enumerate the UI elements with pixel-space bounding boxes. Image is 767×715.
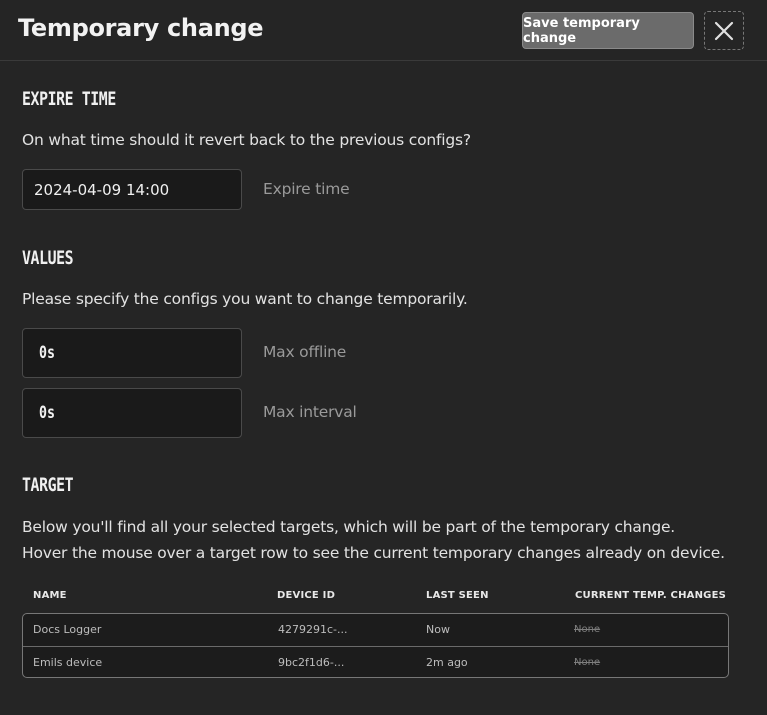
modal-title: Temporary change	[18, 14, 264, 42]
target-description-line2: Hover the mouse over a target row to see…	[22, 544, 725, 562]
expire-time-heading: EXPIRE TIME	[22, 88, 116, 110]
max-offline-label: Max offline	[263, 343, 347, 361]
modal-header: Temporary change Save temporary change	[0, 0, 767, 61]
table-row[interactable]: Emils device 9bc2f1d6-... 2m ago None	[23, 646, 728, 677]
row-device-id: 9bc2f1d6-...	[278, 656, 345, 669]
table-row[interactable]: Docs Logger 4279291c-... Now None	[23, 614, 728, 646]
temporary-change-modal: Temporary change Save temporary change E…	[0, 0, 767, 715]
row-current-changes: None	[574, 657, 601, 668]
target-table: Docs Logger 4279291c-... Now None Emils …	[22, 613, 729, 678]
max-interval-input[interactable]: 0s	[22, 388, 242, 438]
max-interval-label: Max interval	[263, 403, 357, 421]
column-current-temp-changes[interactable]: CURRENT TEMP. CHANGES	[575, 590, 726, 601]
close-button[interactable]	[704, 11, 744, 50]
column-last-seen[interactable]: LAST SEEN	[426, 590, 489, 601]
close-icon	[714, 21, 734, 40]
target-description-line1: Below you'll find all your selected targ…	[22, 518, 676, 536]
expire-time-input[interactable]: 2024-04-09 14:00	[22, 169, 242, 210]
max-interval-value: 0s	[39, 403, 55, 423]
column-name[interactable]: NAME	[33, 590, 67, 601]
row-last-seen: 2m ago	[426, 656, 468, 669]
max-offline-value: 0s	[39, 343, 55, 363]
row-device-id: 4279291c-...	[278, 623, 348, 636]
target-table-header: NAME DEVICE ID LAST SEEN CURRENT TEMP. C…	[22, 590, 729, 604]
row-last-seen: Now	[426, 623, 450, 636]
expire-time-description: On what time should it revert back to th…	[22, 131, 471, 149]
target-heading: TARGET	[22, 474, 74, 496]
expire-time-label: Expire time	[263, 180, 350, 198]
row-name: Docs Logger	[33, 623, 102, 636]
values-heading: VALUES	[22, 247, 74, 269]
row-current-changes: None	[574, 624, 601, 635]
column-device-id[interactable]: DEVICE ID	[277, 590, 335, 601]
row-name: Emils device	[33, 656, 103, 669]
save-temporary-change-button[interactable]: Save temporary change	[522, 12, 694, 49]
values-description: Please specify the configs you want to c…	[22, 290, 468, 308]
max-offline-input[interactable]: 0s	[22, 328, 242, 378]
